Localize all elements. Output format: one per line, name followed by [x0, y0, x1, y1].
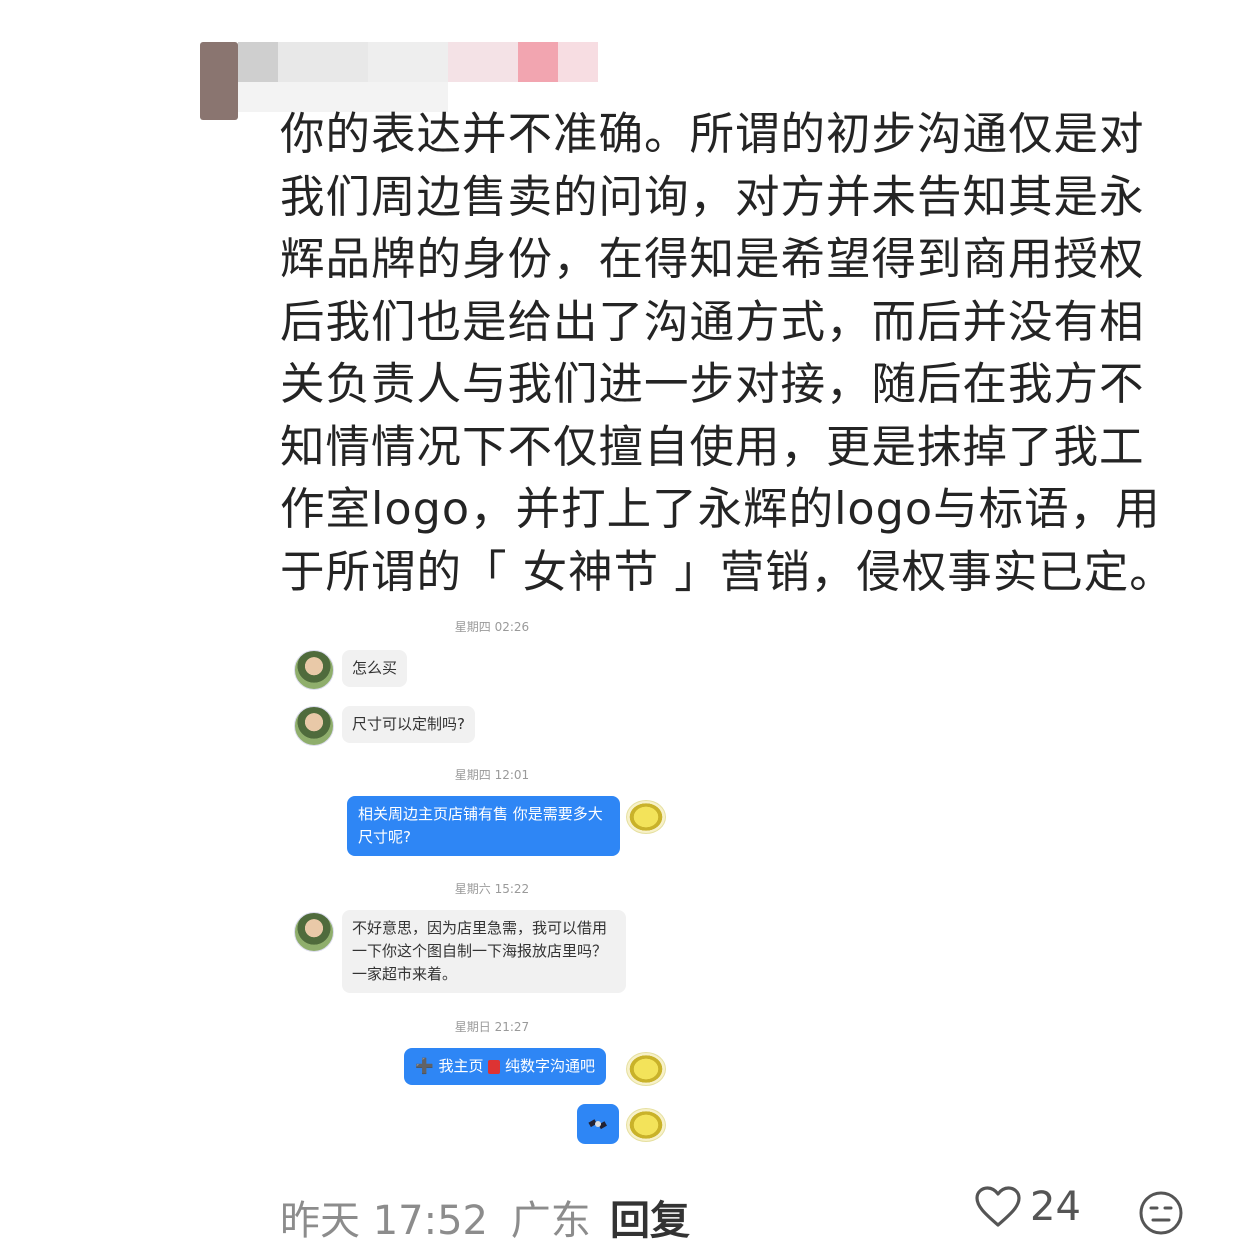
comment-time: 昨天 17:52: [280, 1198, 488, 1244]
reply-button[interactable]: 回复: [610, 1188, 690, 1246]
avatar: [626, 1108, 666, 1142]
comment-meta: 昨天 17:52 广东: [280, 1188, 591, 1246]
neutral-face-icon: [1139, 1191, 1183, 1235]
timestamp: 星期六 15:22: [454, 882, 530, 896]
timestamp: 星期四 02:26: [454, 620, 530, 634]
avatar: [294, 912, 334, 952]
comment-location: 广东: [510, 1198, 591, 1244]
message-bubble: 尺寸可以定制吗?: [342, 706, 475, 743]
timestamp: 星期日 21:27: [454, 1020, 530, 1034]
satellite-icon: [588, 1119, 607, 1130]
emoji-button[interactable]: [1138, 1190, 1184, 1240]
like-button[interactable]: 24: [974, 1184, 1081, 1230]
message-bubble: 相关周边主页店铺有售 你是需要多大尺寸呢?: [347, 796, 620, 856]
avatar: [294, 650, 334, 690]
satellite-sticker: [577, 1104, 619, 1144]
timestamp: 星期四 12:01: [454, 768, 530, 782]
avatar: [626, 1052, 666, 1086]
like-count: 24: [1030, 1184, 1081, 1230]
chat-screenshot: 星期四 02:26 怎么买 尺寸可以定制吗? 星期四 12:01 相关周边主页店…: [282, 604, 702, 1160]
message-bubble: ➕ 我主页 纯数字沟通吧: [404, 1048, 607, 1085]
pin-icon: ➕: [415, 1057, 434, 1075]
message-bubble: 怎么买: [342, 650, 408, 687]
message-part: 我主页: [438, 1057, 484, 1075]
mailbox-icon: [488, 1059, 501, 1074]
comment-text: 你的表达并不准确。所谓的初步沟通仅是对 我们周边售卖的问询，对方并未告知其是永 …: [280, 109, 1175, 598]
avatar: [626, 800, 666, 834]
message-bubble: 不好意思，因为店里急需，我可以借用一下你这个图自制一下海报放店里吗？一家超市来着…: [342, 910, 626, 993]
heart-outline-icon: [975, 1186, 1021, 1227]
avatar: [294, 706, 334, 746]
message-part: 纯数字沟通吧: [505, 1057, 596, 1075]
